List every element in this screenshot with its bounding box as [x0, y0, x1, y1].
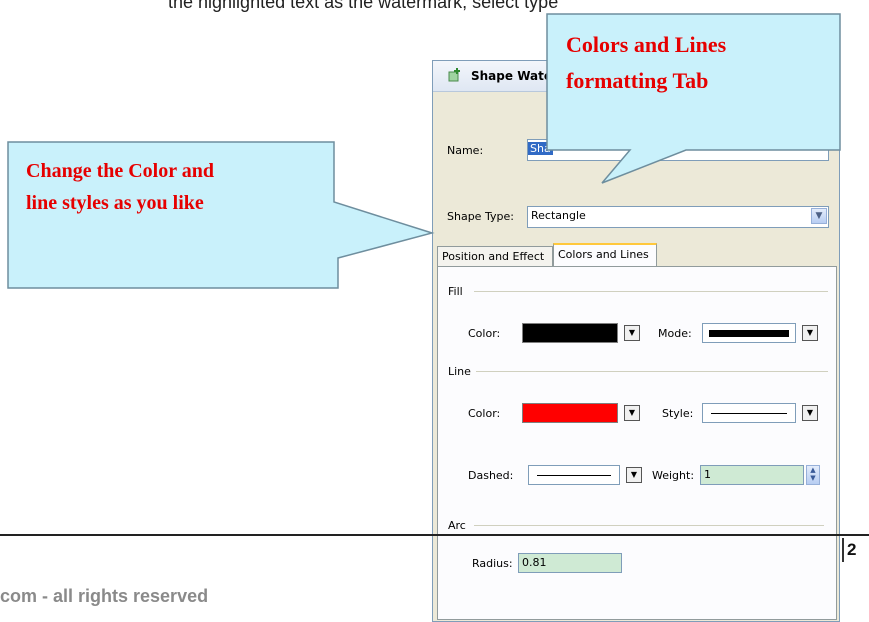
tab-callout-text-line2: formatting Tab	[566, 68, 709, 93]
page-number-separator	[842, 538, 844, 562]
tab-callout-text-line1: Colors and Lines	[566, 32, 727, 57]
footer-divider	[0, 534, 869, 536]
page-number: 2	[847, 540, 857, 559]
left-callout-text-line2: line styles as you like	[26, 192, 204, 214]
footer-copyright: com - all rights reserved	[0, 586, 209, 606]
left-callout-text-line1: Change the Color and	[26, 160, 214, 182]
tab-callout-shape	[7, 13, 841, 289]
